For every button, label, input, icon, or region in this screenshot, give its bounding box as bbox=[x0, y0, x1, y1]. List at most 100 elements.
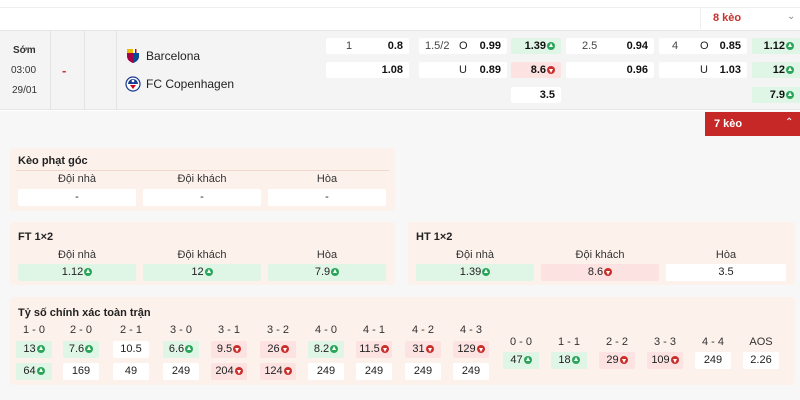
top-bar bbox=[0, 0, 800, 8]
h1-x12-draw-odds[interactable]: 7.9 bbox=[752, 87, 800, 103]
h1-x12-away-odds[interactable]: 12 bbox=[752, 62, 800, 78]
score-odds[interactable]: 13 bbox=[16, 341, 52, 358]
hdp-home-value: 0.8 bbox=[387, 40, 403, 52]
hdp-home-odds[interactable]: 1 0.8 bbox=[326, 38, 409, 54]
score-odds[interactable]: 249 bbox=[308, 363, 344, 380]
hdp-line: 1 bbox=[346, 40, 353, 52]
score-header: 1 - 0 bbox=[22, 324, 45, 336]
score-header: 1 - 1 bbox=[557, 336, 580, 348]
score-odds[interactable]: 7.6 bbox=[63, 341, 99, 358]
arrow-down-icon bbox=[380, 345, 389, 353]
score-odds[interactable]: 249 bbox=[163, 363, 199, 380]
score-header: 3 - 2 bbox=[266, 324, 289, 336]
away-team-name: FC Copenhagen bbox=[146, 77, 235, 91]
score-odds[interactable]: 169 bbox=[63, 363, 99, 380]
ht-draw-odds[interactable]: 3.5 bbox=[666, 264, 786, 281]
score-odds[interactable]: 64 bbox=[16, 363, 52, 380]
corner-title: Kèo phạt góc bbox=[18, 155, 88, 167]
arrow-up-icon bbox=[571, 356, 580, 364]
ht-header-home: Đội nhà bbox=[456, 249, 494, 261]
arrow-down-icon bbox=[604, 268, 613, 276]
ft-header-away: Đội khách bbox=[177, 249, 227, 261]
arrow-down-icon bbox=[619, 356, 628, 364]
h1-ou-over-odds[interactable]: 4 O 0.85 bbox=[659, 38, 747, 54]
match-status: Sớm bbox=[13, 45, 36, 56]
score-odds[interactable]: 6.6 bbox=[163, 341, 199, 358]
score-odds[interactable]: 249 bbox=[453, 363, 489, 380]
h1-hdp-away-odds[interactable]: 0.96 bbox=[566, 62, 654, 78]
h1-ou-under-odds[interactable]: U 1.03 bbox=[659, 62, 747, 78]
ht-away-odds[interactable]: 8.6 bbox=[541, 264, 659, 281]
x12-home-odds[interactable]: 1.39 bbox=[511, 38, 561, 54]
h1-x12-home-odds[interactable]: 1.12 bbox=[752, 38, 800, 54]
corner-header-home: Đội nhà bbox=[58, 173, 96, 185]
arrow-up-icon bbox=[36, 345, 45, 353]
h1-ou-under-label: U bbox=[700, 64, 708, 76]
score-odds[interactable]: 204 bbox=[211, 363, 247, 380]
corner-header-away: Đội khách bbox=[177, 173, 227, 185]
score-odds[interactable]: 249 bbox=[405, 363, 441, 380]
barcelona-crest-icon bbox=[125, 48, 141, 64]
arrow-up-icon bbox=[331, 268, 340, 276]
arrow-up-icon bbox=[204, 268, 213, 276]
score-odds[interactable]: 124 bbox=[260, 363, 296, 380]
ft-away-odds[interactable]: 12 bbox=[143, 264, 261, 281]
score-odds[interactable]: 8.2 bbox=[308, 341, 344, 358]
arrow-up-icon bbox=[482, 268, 491, 276]
arrow-down-icon bbox=[280, 345, 289, 353]
score-odds[interactable]: 49 bbox=[113, 363, 149, 380]
score-odds[interactable]: 109 bbox=[647, 352, 683, 369]
ft-home-value: 1.12 bbox=[61, 266, 84, 278]
x12-draw-value: 3.5 bbox=[539, 89, 555, 101]
corner-home-odds[interactable]: - bbox=[18, 189, 136, 206]
score-odds[interactable]: 31 bbox=[405, 341, 441, 358]
score-odds[interactable]: 11.5 bbox=[356, 341, 392, 358]
h1-hdp-away-value: 0.96 bbox=[626, 64, 648, 76]
h1-x12-home-value: 1.12 bbox=[763, 40, 785, 52]
x12-away-odds[interactable]: 8.6 bbox=[511, 62, 561, 78]
h1-ou-over-value: 0.85 bbox=[719, 40, 741, 52]
divider bbox=[16, 170, 389, 171]
score-odds[interactable]: 10.5 bbox=[113, 341, 149, 358]
score-header: 2 - 1 bbox=[119, 324, 142, 336]
score-odds[interactable]: 29 bbox=[599, 352, 635, 369]
score-odds[interactable]: 9.5 bbox=[211, 341, 247, 358]
h1-hdp-home-odds[interactable]: 2.5 0.94 bbox=[566, 38, 654, 54]
collapse-markets-label: 7 kèo bbox=[714, 118, 743, 130]
score-odds[interactable]: 249 bbox=[695, 352, 731, 369]
hdp-away-odds[interactable]: 1.08 bbox=[326, 62, 409, 78]
arrow-down-icon bbox=[233, 345, 242, 353]
score-header: 4 - 0 bbox=[314, 324, 337, 336]
score-header: 2 - 2 bbox=[605, 336, 628, 348]
ft-draw-odds[interactable]: 7.9 bbox=[268, 264, 386, 281]
ou-under-odds[interactable]: U 0.89 bbox=[419, 62, 507, 78]
corner-draw-odds[interactable]: - bbox=[268, 189, 386, 206]
arrow-down-icon bbox=[547, 66, 555, 74]
correct-score-title: Tỷ số chính xác toàn trận bbox=[18, 307, 151, 319]
score-odds[interactable]: 18 bbox=[551, 352, 587, 369]
score-odds[interactable]: 47 bbox=[503, 352, 539, 369]
ft-panel: FT 1×2 Đội nhà Đội khách Hòa 1.12 12 7.9 bbox=[10, 222, 395, 285]
divider bbox=[84, 31, 85, 110]
score-odds[interactable]: 249 bbox=[356, 363, 392, 380]
x12-draw-odds[interactable]: 3.5 bbox=[511, 87, 561, 103]
ou-over-odds[interactable]: 1.5/2 O 0.99 bbox=[419, 38, 507, 54]
ft-draw-value: 7.9 bbox=[314, 266, 331, 278]
ou-under-label: U bbox=[459, 64, 467, 76]
score-odds[interactable]: 26 bbox=[260, 341, 296, 358]
collapse-markets-button[interactable]: 7 kèo ⌃ bbox=[705, 112, 800, 136]
ft-home-odds[interactable]: 1.12 bbox=[18, 264, 136, 281]
score-header: 4 - 4 bbox=[701, 336, 724, 348]
more-markets-button[interactable]: 8 kèo ⌄ bbox=[700, 8, 800, 29]
ht-header-away: Đội khách bbox=[575, 249, 625, 261]
arrow-up-icon bbox=[523, 356, 532, 364]
score-header: 4 - 3 bbox=[459, 324, 482, 336]
ht-home-odds[interactable]: 1.39 bbox=[416, 264, 534, 281]
correct-score-panel: Tỷ số chính xác toàn trận 1 - 0 13 64 2 - 0… bbox=[10, 297, 795, 385]
corner-away-odds[interactable]: - bbox=[143, 189, 261, 206]
score-odds[interactable]: 129 bbox=[453, 341, 489, 358]
score-odds[interactable]: 2.26 bbox=[743, 352, 779, 369]
h1-ou-line: 4 bbox=[672, 40, 679, 52]
ft-header-draw: Hòa bbox=[316, 249, 338, 261]
score-header: 4 - 1 bbox=[362, 324, 385, 336]
